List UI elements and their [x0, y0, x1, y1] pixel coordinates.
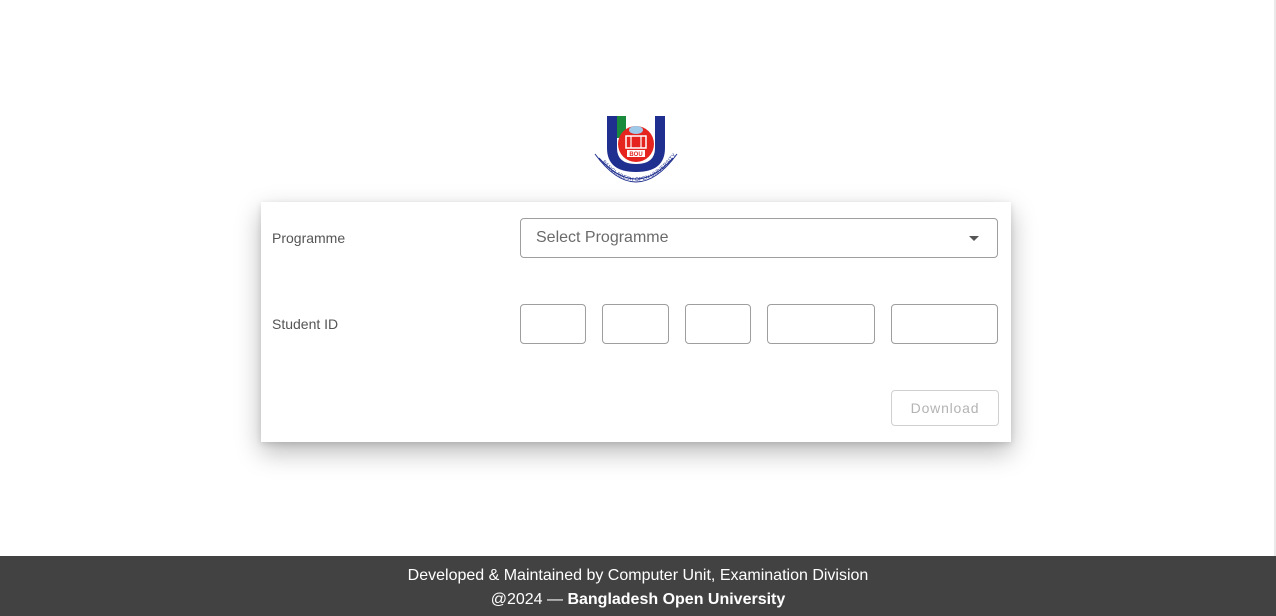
- footer-organization: Bangladesh Open University: [567, 591, 786, 608]
- download-form-card: Programme Select Programme Student ID Do…: [261, 202, 1011, 442]
- download-button[interactable]: Download: [891, 390, 999, 426]
- programme-select-value: Select Programme: [536, 229, 669, 246]
- page: BOU BANGLADESH OPEN UNIVERSITY Programme…: [0, 0, 1276, 616]
- student-id-part-4[interactable]: [767, 304, 875, 344]
- footer: Developed & Maintained by Computer Unit,…: [0, 556, 1276, 616]
- footer-credit: Developed & Maintained by Computer Unit,…: [407, 567, 869, 584]
- student-id-part-1[interactable]: [520, 304, 586, 344]
- programme-label: Programme: [272, 230, 346, 246]
- bou-logo: BOU BANGLADESH OPEN UNIVERSITY: [594, 116, 678, 183]
- programme-select[interactable]: Select Programme: [520, 218, 998, 258]
- chevron-down-icon: [969, 236, 979, 241]
- student-id-part-3[interactable]: [685, 304, 751, 344]
- student-id-part-5[interactable]: [891, 304, 998, 344]
- footer-copyright: @2024 — Bangladesh Open University: [0, 591, 1276, 609]
- footer-copyright-prefix: @2024 —: [490, 591, 568, 608]
- logo-emblem-text: BOU: [629, 152, 642, 158]
- student-id-label: Student ID: [272, 316, 339, 332]
- student-id-part-2[interactable]: [602, 304, 669, 344]
